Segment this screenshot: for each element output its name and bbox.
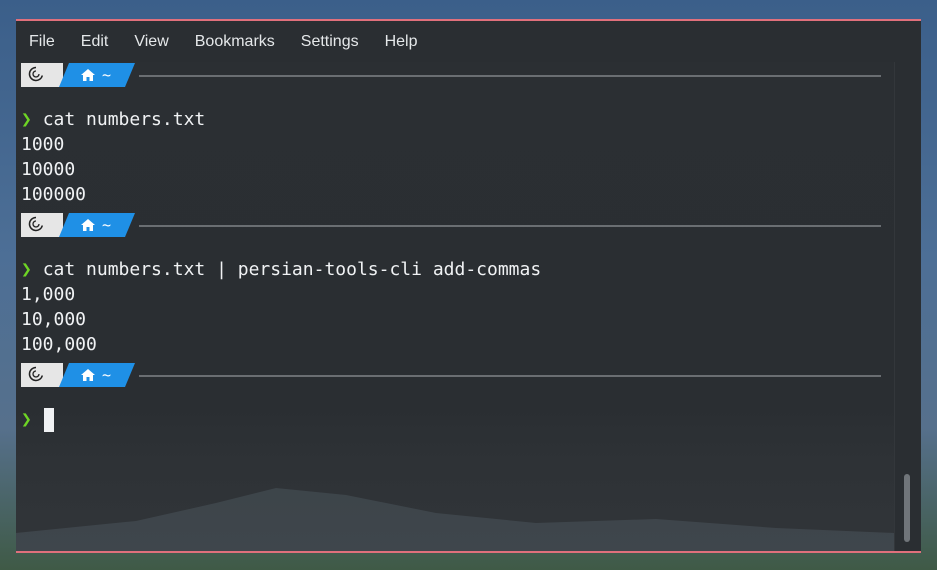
menu-bar: File Edit View Bookmarks Settings Help: [16, 21, 921, 62]
prompt-divider: [139, 375, 881, 377]
output-line: 1,000: [21, 284, 76, 305]
command-line: ❯ cat numbers.txt: [21, 107, 205, 132]
command-text: cat numbers.txt | persian-tools-cli add-…: [42, 259, 542, 280]
menu-settings[interactable]: Settings: [288, 21, 372, 62]
prompt-bar: ~: [21, 363, 881, 387]
command-line: ❯ cat numbers.txt | persian-tools-cli ad…: [21, 257, 541, 282]
output-line: 10000: [21, 159, 76, 180]
menu-view[interactable]: View: [121, 21, 181, 62]
debian-swirl-icon: [28, 366, 44, 382]
output-line: 1000: [21, 134, 65, 155]
prompt-divider: [139, 225, 881, 227]
prompt-bar: ~: [21, 63, 881, 87]
directory-label: ~: [102, 66, 112, 84]
command-text: cat numbers.txt: [42, 109, 206, 130]
os-segment: [21, 63, 63, 87]
scrollbar[interactable]: [894, 62, 921, 551]
directory-segment: ~: [59, 363, 135, 387]
debian-swirl-icon: [28, 66, 44, 82]
os-segment: [21, 213, 63, 237]
background-mountain: [16, 488, 894, 551]
prompt-bar: ~: [21, 213, 881, 237]
command-line[interactable]: ❯: [21, 407, 32, 432]
prompt-arrow: ❯: [21, 259, 32, 280]
scrollbar-thumb[interactable]: [904, 474, 910, 542]
debian-swirl-icon: [28, 216, 44, 232]
os-segment: [21, 363, 63, 387]
home-icon: [81, 369, 95, 381]
prompt-arrow: ❯: [21, 409, 32, 430]
menu-file[interactable]: File: [16, 21, 68, 62]
prompt-divider: [139, 75, 881, 77]
menu-bookmarks[interactable]: Bookmarks: [182, 21, 288, 62]
terminal-window: File Edit View Bookmarks Settings Help ~: [16, 19, 921, 553]
directory-segment: ~: [59, 213, 135, 237]
directory-segment: ~: [59, 63, 135, 87]
home-icon: [81, 219, 95, 231]
directory-label: ~: [102, 216, 112, 234]
menu-edit[interactable]: Edit: [68, 21, 122, 62]
output-line: 100,000: [21, 334, 97, 355]
directory-label: ~: [102, 366, 112, 384]
terminal-area[interactable]: ~ ❯ cat numbers.txt 1000 10000 100000 ~: [16, 62, 894, 551]
menu-help[interactable]: Help: [372, 21, 431, 62]
text-cursor: [44, 408, 54, 432]
home-icon: [81, 69, 95, 81]
output-line: 10,000: [21, 309, 87, 330]
output-line: 100000: [21, 184, 87, 205]
prompt-arrow: ❯: [21, 109, 32, 130]
